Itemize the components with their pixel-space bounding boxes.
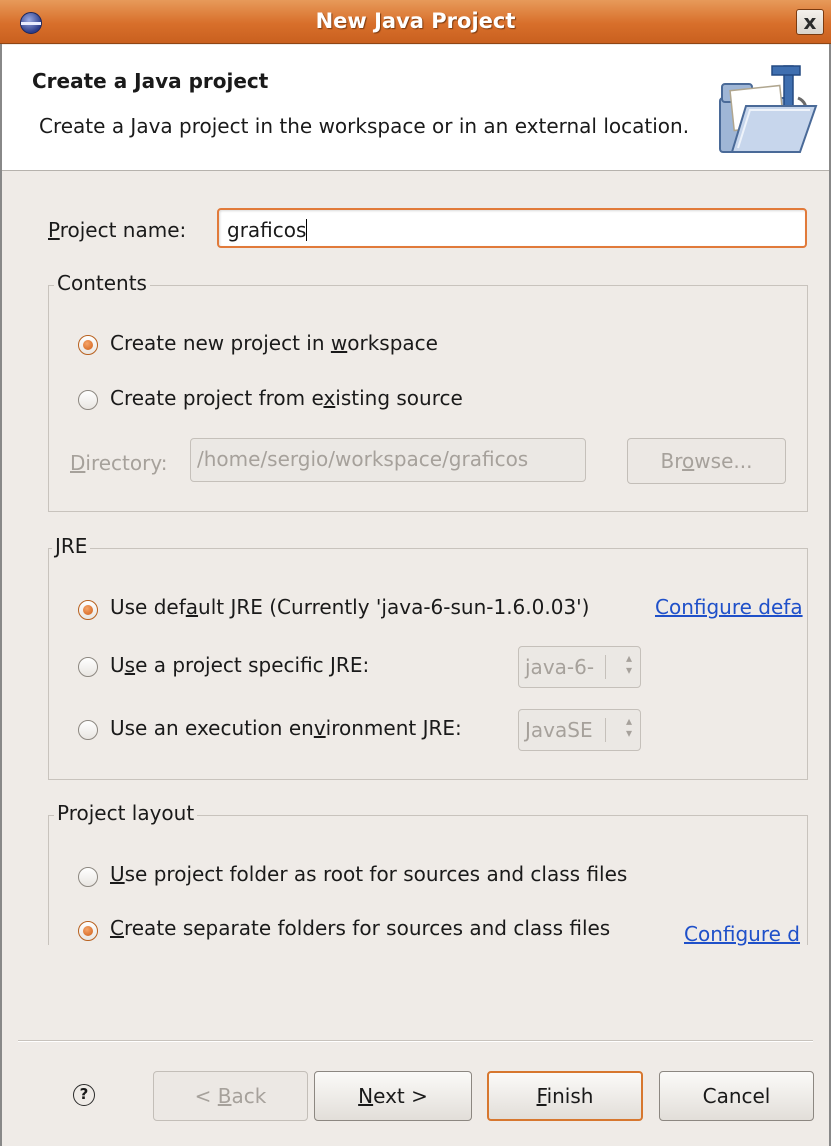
execution-env-jre-combo[interactable]: JavaSE ▴ ▾ xyxy=(518,709,641,751)
new-project-workspace-label[interactable]: Create new project in workspace xyxy=(110,331,438,355)
separate-folders-radio[interactable] xyxy=(78,921,98,941)
page-title: Create a Java project xyxy=(32,69,269,93)
next-button[interactable]: Next > xyxy=(314,1071,472,1121)
up-down-arrows-icon: ▴ ▾ xyxy=(625,714,632,740)
browse-button[interactable]: Browse... xyxy=(627,438,786,484)
help-icon[interactable]: ? xyxy=(73,1084,95,1106)
execution-env-jre-radio[interactable] xyxy=(78,720,98,740)
folder-as-root-radio[interactable] xyxy=(78,867,98,887)
jre-group-label: JRE xyxy=(52,534,91,558)
directory-input[interactable]: /home/sergio/workspace/graficos xyxy=(190,438,586,482)
configure-default-jre-link[interactable]: Configure defa xyxy=(655,595,808,619)
new-project-workspace-radio[interactable] xyxy=(78,335,98,355)
execution-env-jre-value: JavaSE xyxy=(525,718,593,742)
project-name-label: Project name: xyxy=(48,218,187,242)
project-specific-jre-combo[interactable]: java-6- ▴ ▾ xyxy=(518,646,641,688)
directory-label: Directory: xyxy=(70,451,168,475)
project-specific-jre-value: java-6- xyxy=(525,655,595,679)
combo-separator xyxy=(605,718,606,742)
configure-layout-link[interactable]: Configure d xyxy=(684,922,809,946)
combo-separator xyxy=(605,655,606,679)
wizard-header xyxy=(2,45,829,171)
contents-group-label: Contents xyxy=(54,271,150,295)
project-layout-group-label: Project layout xyxy=(54,801,198,825)
project-name-input[interactable]: graficos xyxy=(217,208,807,248)
default-jre-radio[interactable] xyxy=(78,600,98,620)
project-specific-jre-label[interactable]: Use a project specific JRE: xyxy=(110,653,369,677)
project-specific-jre-radio[interactable] xyxy=(78,657,98,677)
close-button[interactable]: x xyxy=(796,9,824,35)
back-button[interactable]: < Back xyxy=(153,1071,308,1121)
default-jre-label[interactable]: Use default JRE (Currently 'java-6-sun-1… xyxy=(110,595,589,619)
separate-folders-label[interactable]: Create separate folders for sources and … xyxy=(110,916,610,940)
window-border-left xyxy=(0,44,2,1146)
up-down-arrows-icon: ▴ ▾ xyxy=(625,651,632,677)
execution-env-jre-label[interactable]: Use an execution environment JRE: xyxy=(110,716,462,740)
existing-source-label[interactable]: Create project from existing source xyxy=(110,386,463,410)
finish-button[interactable]: Finish xyxy=(487,1071,643,1121)
java-project-folder-icon xyxy=(719,65,818,153)
page-description: Create a Java project in the workspace o… xyxy=(39,114,690,138)
window-title: New Java Project xyxy=(315,9,516,33)
button-bar-separator xyxy=(18,1040,813,1042)
folder-as-root-label[interactable]: Use project folder as root for sources a… xyxy=(110,862,627,886)
cancel-button[interactable]: Cancel xyxy=(659,1071,814,1121)
existing-source-radio[interactable] xyxy=(78,390,98,410)
